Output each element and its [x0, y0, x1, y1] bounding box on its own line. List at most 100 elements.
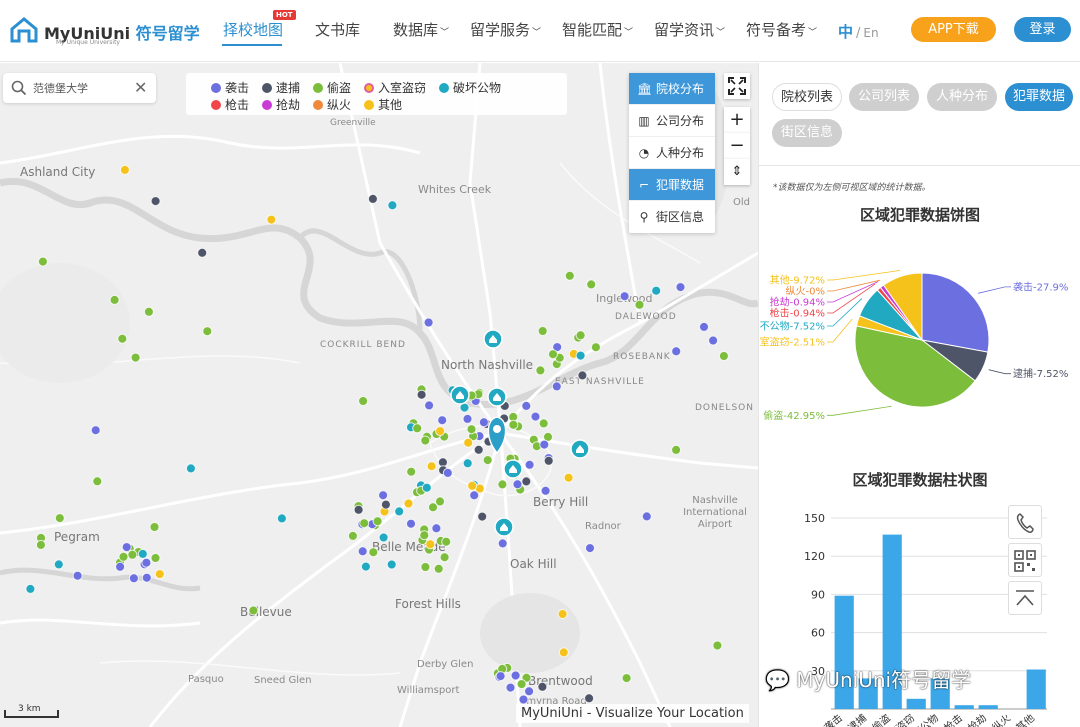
crime-marker[interactable]: [539, 439, 550, 450]
crime-marker[interactable]: [127, 549, 138, 560]
search-input[interactable]: [33, 79, 128, 97]
crime-marker[interactable]: [378, 532, 389, 543]
crime-marker[interactable]: [141, 557, 152, 568]
crime-marker[interactable]: [537, 326, 548, 336]
selected-location-pin[interactable]: [487, 416, 507, 455]
crime-marker[interactable]: [386, 559, 397, 570]
nav-database[interactable]: 数据库 ﹀: [393, 19, 449, 40]
crime-marker[interactable]: [551, 381, 562, 392]
site-logo[interactable]: MyUniUni 符号留学 My Unique University: [10, 15, 200, 47]
bar[interactable]: [906, 698, 926, 709]
nav-news[interactable]: 留学资讯 ﹀: [654, 19, 725, 40]
crime-marker[interactable]: [538, 418, 549, 429]
crime-marker[interactable]: [353, 504, 364, 515]
layer-race[interactable]: ◔ 人种分布: [629, 137, 715, 169]
layer-universities[interactable]: 🏛 院校分布: [629, 73, 715, 105]
crime-marker[interactable]: [150, 553, 161, 563]
crime-marker[interactable]: [435, 496, 445, 507]
nav-study-abroad-services[interactable]: 留学服务 ﹀: [470, 19, 541, 40]
crime-marker[interactable]: [433, 563, 444, 574]
crime-marker[interactable]: [699, 321, 709, 332]
nav-smart-match[interactable]: 智能匹配 ﹀: [562, 19, 633, 40]
crime-marker[interactable]: [420, 435, 431, 446]
crime-marker[interactable]: [621, 673, 632, 684]
legend-item-other[interactable]: 其他: [364, 96, 402, 113]
crime-marker[interactable]: [154, 569, 165, 580]
crime-marker[interactable]: [535, 365, 546, 376]
crime-marker[interactable]: [202, 326, 213, 337]
crime-marker[interactable]: [540, 485, 551, 496]
login-button[interactable]: 登录: [1014, 17, 1071, 42]
crime-marker[interactable]: [497, 479, 508, 490]
crime-marker[interactable]: [149, 522, 160, 532]
crime-marker[interactable]: [518, 694, 529, 705]
crime-marker[interactable]: [431, 523, 442, 534]
crime-marker[interactable]: [423, 317, 434, 328]
crime-marker[interactable]: [634, 299, 645, 310]
qrcode-button[interactable]: [1008, 543, 1042, 577]
tab-crime-data[interactable]: 犯罪数据: [1005, 83, 1073, 111]
bar[interactable]: [978, 705, 998, 709]
crime-marker[interactable]: [651, 285, 662, 296]
crime-marker[interactable]: [359, 518, 370, 529]
crime-marker[interactable]: [357, 546, 368, 557]
crime-marker[interactable]: [117, 333, 128, 344]
layer-crime[interactable]: ⌐ 犯罪数据: [629, 169, 715, 201]
crime-marker[interactable]: [143, 306, 154, 317]
crime-marker[interactable]: [671, 444, 682, 455]
legend-item-vandalism[interactable]: 破坏公物: [439, 79, 501, 96]
crime-marker[interactable]: [590, 342, 601, 353]
crime-marker[interactable]: [387, 200, 398, 211]
crime-marker[interactable]: [420, 562, 431, 572]
compass-button[interactable]: ⇕: [724, 159, 750, 185]
crime-marker[interactable]: [619, 291, 630, 302]
crime-marker[interactable]: [378, 490, 389, 501]
crime-marker[interactable]: [54, 513, 65, 524]
crime-marker[interactable]: [25, 583, 36, 594]
crime-marker[interactable]: [463, 437, 474, 448]
crime-marker[interactable]: [119, 164, 130, 175]
crime-marker[interactable]: [641, 511, 652, 522]
university-marker[interactable]: [483, 329, 503, 349]
pie-slice[interactable]: [921, 272, 990, 353]
crime-marker[interactable]: [72, 570, 83, 581]
legend-item-robbery[interactable]: 抢劫: [262, 96, 300, 113]
crime-marker[interactable]: [150, 196, 161, 207]
crime-marker[interactable]: [586, 279, 597, 290]
crime-marker[interactable]: [497, 538, 508, 549]
crime-marker[interactable]: [466, 424, 477, 435]
crime-marker[interactable]: [90, 425, 101, 436]
crime-marker[interactable]: [675, 282, 686, 293]
close-icon[interactable]: ✕: [134, 78, 147, 97]
crime-marker[interactable]: [121, 542, 132, 553]
crime-marker[interactable]: [510, 670, 521, 681]
crime-marker[interactable]: [521, 476, 532, 487]
crime-marker[interactable]: [380, 499, 391, 510]
crime-marker[interactable]: [524, 459, 535, 470]
crime-marker[interactable]: [462, 458, 473, 469]
crime-marker[interactable]: [406, 518, 416, 529]
crime-marker[interactable]: [137, 548, 148, 559]
crime-marker[interactable]: [35, 539, 46, 550]
crime-marker[interactable]: [577, 370, 588, 381]
nav-exam-prep[interactable]: 符号备考 ﹀: [746, 19, 817, 40]
crime-marker[interactable]: [53, 559, 64, 570]
crime-marker[interactable]: [109, 294, 120, 305]
crime-marker[interactable]: [558, 647, 569, 658]
crime-marker[interactable]: [197, 247, 208, 258]
crime-marker[interactable]: [575, 330, 586, 341]
crime-marker[interactable]: [469, 490, 480, 501]
crime-marker[interactable]: [441, 536, 452, 547]
crime-marker[interactable]: [548, 349, 558, 360]
layer-neighborhood[interactable]: ⚲ 街区信息: [629, 201, 715, 233]
university-marker[interactable]: [487, 387, 507, 407]
crime-marker[interactable]: [467, 480, 478, 491]
crime-marker[interactable]: [130, 352, 141, 363]
crime-marker[interactable]: [118, 551, 129, 562]
tab-school-list[interactable]: 院校列表: [772, 83, 842, 111]
crime-marker[interactable]: [185, 463, 196, 474]
crime-marker[interactable]: [524, 686, 535, 697]
crime-map[interactable]: Ashland City Whites Creek Greenville Ing…: [0, 63, 758, 727]
crime-marker[interactable]: [495, 671, 506, 682]
legend-item-arson[interactable]: 纵火: [313, 96, 351, 113]
